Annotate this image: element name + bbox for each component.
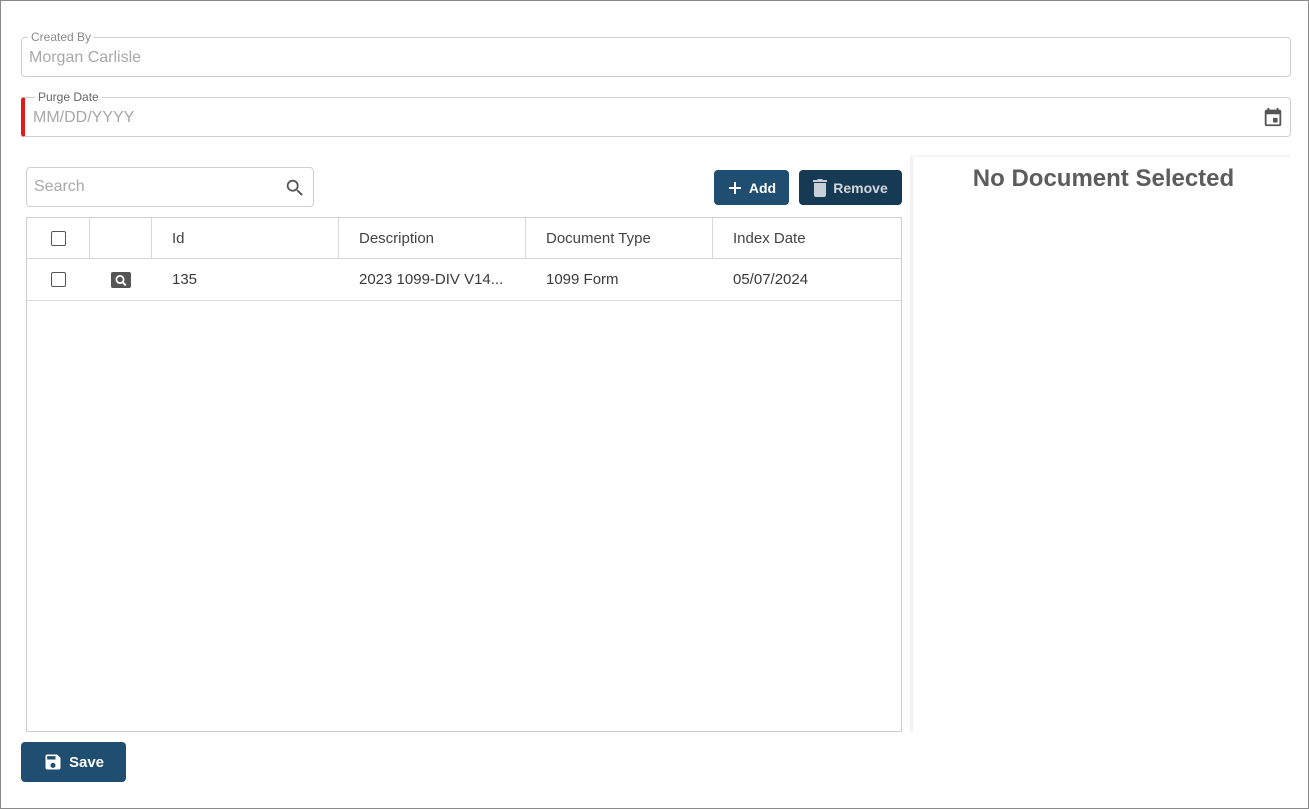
row-checkbox[interactable] xyxy=(51,272,66,287)
row-description: 2023 1099-DIV V14... xyxy=(339,259,526,300)
document-form-window: Created By Morgan Carlisle Purge Date MM… xyxy=(0,0,1309,809)
plus-icon xyxy=(728,181,741,194)
add-button[interactable]: Add xyxy=(714,170,789,205)
save-button[interactable]: Save xyxy=(21,742,126,782)
search-box xyxy=(26,167,314,207)
row-description-text: 2023 1099-DIV V14... xyxy=(359,271,504,288)
header-view-cell xyxy=(90,218,152,258)
created-by-field[interactable]: Created By Morgan Carlisle xyxy=(21,30,1291,77)
created-by-value: Morgan Carlisle xyxy=(29,49,142,66)
calendar-icon[interactable] xyxy=(1262,106,1284,128)
column-header-index-date[interactable]: Index Date xyxy=(713,218,901,258)
purge-date-placeholder: MM/DD/YYYY xyxy=(33,109,135,126)
trash-icon xyxy=(813,178,828,197)
table-header-row: Id Description Document Type Index Date xyxy=(27,218,901,259)
purge-date-label: Purge Date xyxy=(35,90,102,104)
row-id: 135 xyxy=(172,271,198,288)
header-select-cell xyxy=(27,218,90,258)
select-all-checkbox[interactable] xyxy=(50,230,66,246)
documents-table: Id Description Document Type Index Date … xyxy=(26,217,902,732)
floppy-disk-icon xyxy=(45,754,61,770)
add-button-label: Add xyxy=(748,179,777,196)
search-icon[interactable] xyxy=(284,177,306,199)
save-button-label: Save xyxy=(68,753,105,771)
row-select-cell xyxy=(27,259,90,300)
view-document-icon[interactable] xyxy=(111,271,131,288)
search-input[interactable] xyxy=(27,168,277,206)
remove-button-label: Remove xyxy=(833,179,888,196)
document-preview-panel: No Document Selected xyxy=(910,155,1291,732)
purge-date-field[interactable]: Purge Date MM/DD/YYYY xyxy=(21,90,1291,137)
column-header-id[interactable]: Id xyxy=(152,218,339,258)
column-header-document-type[interactable]: Document Type xyxy=(526,218,713,258)
preview-empty-title: No Document Selected xyxy=(972,165,1235,192)
row-index-date: 05/07/2024 xyxy=(733,271,809,288)
row-view-cell xyxy=(90,259,152,300)
table-row[interactable]: 135 2023 1099-DIV V14... 1099 Form 05/07… xyxy=(27,259,901,301)
row-document-type: 1099 Form xyxy=(546,271,619,288)
remove-button[interactable]: Remove xyxy=(799,170,902,205)
column-header-description[interactable]: Description xyxy=(339,218,526,258)
created-by-label: Created By xyxy=(28,30,95,44)
